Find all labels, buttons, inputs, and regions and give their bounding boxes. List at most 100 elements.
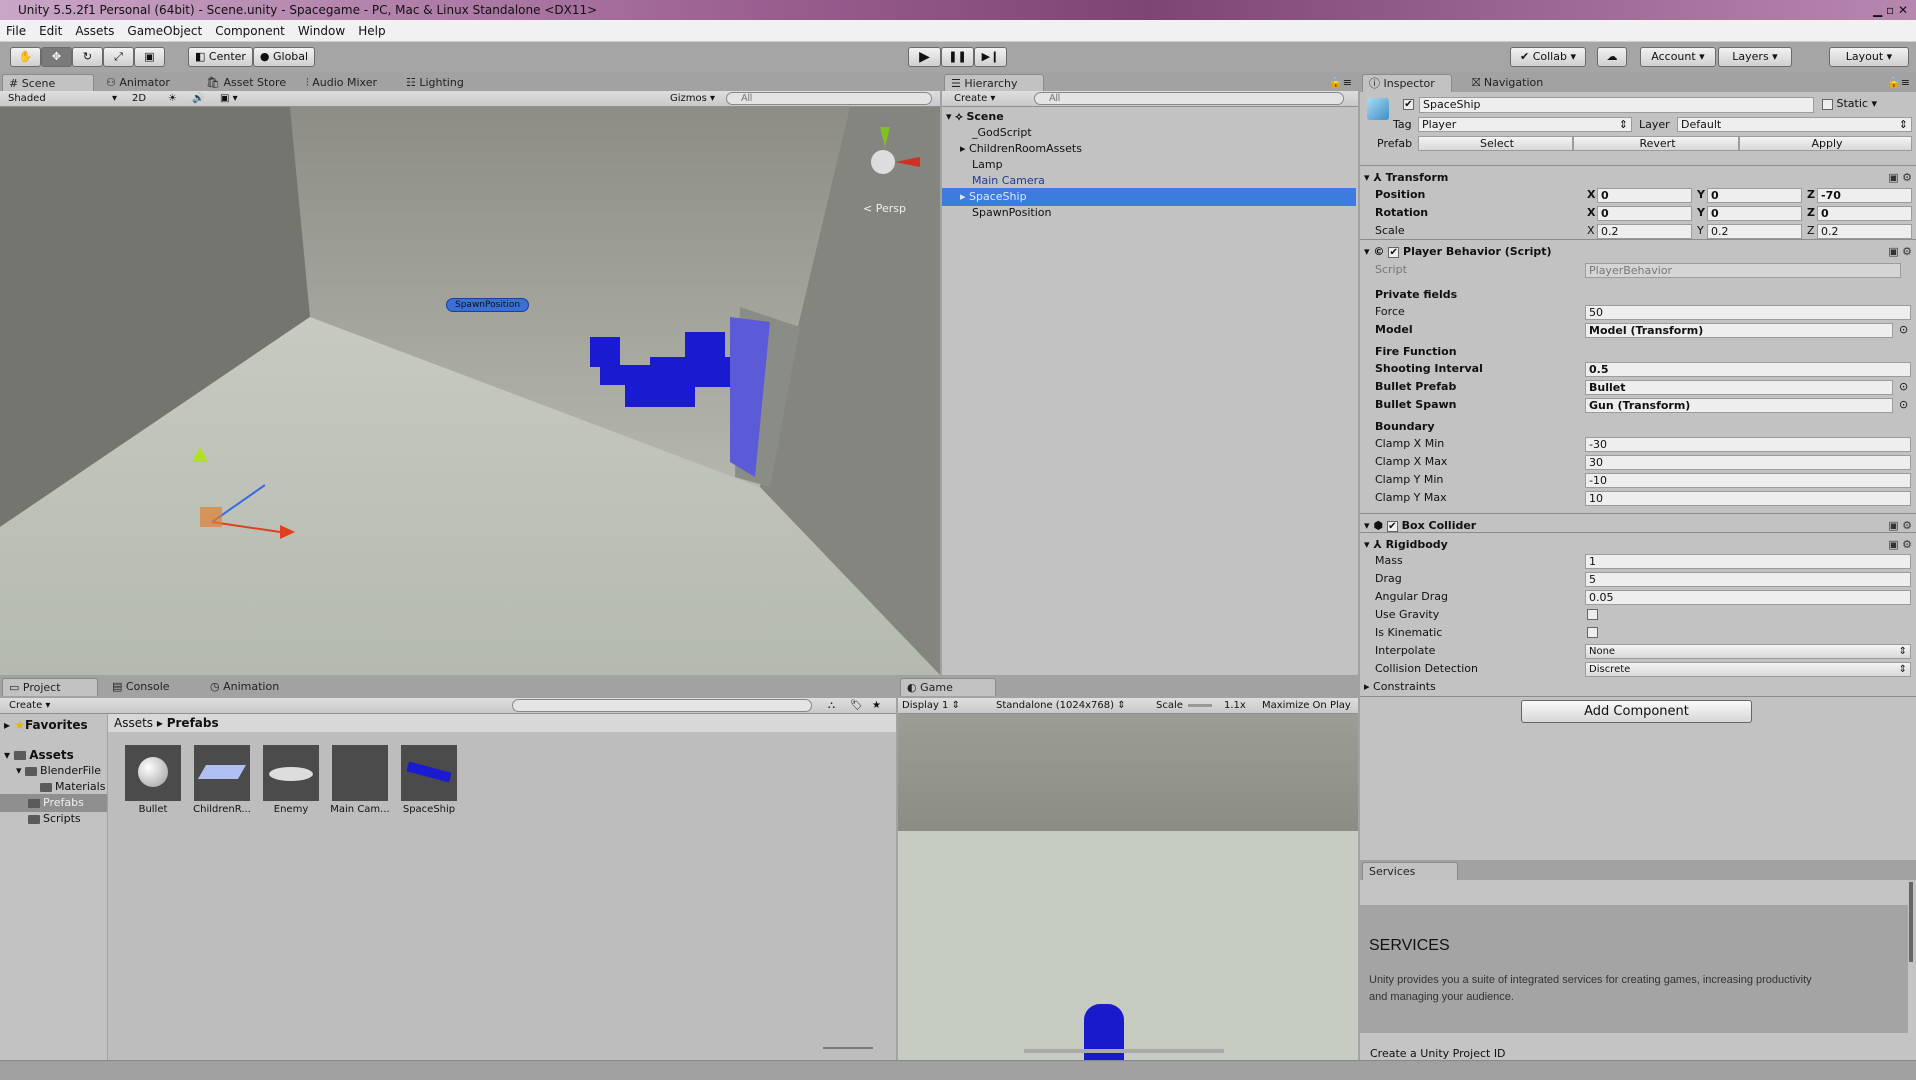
field-value[interactable]: Model (Transform) xyxy=(1585,323,1893,338)
audio-toggle-icon[interactable]: 🔊 xyxy=(192,91,204,107)
field-value[interactable]: 5 xyxy=(1585,572,1911,587)
game-view[interactable] xyxy=(898,714,1358,1060)
scene-search-input[interactable] xyxy=(726,92,932,105)
transform-header[interactable]: ▾ ⅄ Transform xyxy=(1364,169,1448,187)
tab-inspector[interactable]: ⓘ Inspector xyxy=(1362,74,1452,92)
scale-tool-icon[interactable]: ⤢ xyxy=(103,47,134,67)
field-value[interactable]: 50 xyxy=(1585,305,1911,320)
field-value[interactable]: -10 xyxy=(1585,473,1911,488)
menu-help[interactable]: Help xyxy=(358,24,385,38)
transform-x-field[interactable]: 0.2 xyxy=(1597,224,1692,239)
help-settings-icon[interactable]: ▣ ⚙ xyxy=(1888,519,1912,532)
shading-dropdown[interactable]: Shaded xyxy=(8,91,46,107)
tag-dropdown[interactable]: Player ⇕ xyxy=(1418,117,1632,132)
resolution-dropdown[interactable]: Standalone (1024x768) ⇕ xyxy=(996,698,1126,714)
project-search-input[interactable] xyxy=(512,699,812,712)
field-value[interactable]: 10 xyxy=(1585,491,1911,506)
tab-animator[interactable]: ⚇ Animator xyxy=(100,74,170,92)
component-enabled-checkbox[interactable]: ✔ xyxy=(1386,520,1398,532)
script-field[interactable]: PlayerBehavior xyxy=(1585,263,1901,278)
field-value[interactable]: 0.05 xyxy=(1585,590,1911,605)
window-controls[interactable]: ▁ ▫ ✕ xyxy=(1873,0,1908,20)
tree-item-scripts[interactable]: Scripts xyxy=(28,810,81,828)
transform-x-field[interactable]: 0 xyxy=(1597,206,1692,221)
favorites-item[interactable]: ▸ ★Favorites xyxy=(4,716,88,734)
display-dropdown[interactable]: Display 1 ⇕ xyxy=(902,698,960,714)
field-checkbox[interactable] xyxy=(1587,609,1598,620)
prefab-select-button[interactable]: Select xyxy=(1418,136,1573,151)
field-value[interactable]: 30 xyxy=(1585,455,1911,470)
lock-icon[interactable]: 🔒≡ xyxy=(1329,76,1352,89)
menu-edit[interactable]: Edit xyxy=(39,24,62,38)
rotate-tool-icon[interactable]: ↻ xyxy=(72,47,103,67)
2d-toggle[interactable]: 2D xyxy=(132,91,146,107)
asset-childrenroom[interactable] xyxy=(194,745,250,801)
cloud-icon[interactable]: ☁ xyxy=(1597,47,1627,67)
component-enabled-checkbox[interactable]: ✔ xyxy=(1388,246,1400,258)
transform-y-field[interactable]: 0.2 xyxy=(1707,224,1802,239)
object-picker-icon[interactable]: ⊙ xyxy=(1899,378,1908,396)
tab-audio-mixer[interactable]: ⫶ Audio Mixer xyxy=(300,74,377,92)
filter-type-icon[interactable]: ⛬ xyxy=(828,698,835,714)
hierarchy-search-input[interactable] xyxy=(1034,92,1344,105)
asset-spaceship[interactable] xyxy=(401,745,457,801)
space-global-button[interactable]: ● Global xyxy=(253,47,315,67)
spawn-position-label[interactable]: SpawnPosition xyxy=(446,298,530,312)
help-settings-icon[interactable]: ▣ ⚙ xyxy=(1888,538,1912,551)
transform-x-field[interactable]: 0 xyxy=(1597,188,1692,203)
asset-enemy[interactable] xyxy=(263,745,319,801)
tab-game[interactable]: ◐ Game xyxy=(900,678,996,696)
lighting-toggle-icon[interactable]: ☀ xyxy=(168,91,177,107)
services-scrollbar[interactable] xyxy=(1909,882,1913,962)
menu-gameobject[interactable]: GameObject xyxy=(127,24,202,38)
tab-lighting[interactable]: ☷ Lighting xyxy=(400,74,464,92)
tab-asset-store[interactable]: 🛍 Asset Store xyxy=(200,74,286,92)
transform-z-field[interactable]: 0 xyxy=(1817,206,1912,221)
tab-services[interactable]: Services xyxy=(1362,862,1458,880)
help-settings-icon[interactable]: ▣ ⚙ xyxy=(1888,245,1912,258)
tab-project[interactable]: ▭ Project xyxy=(2,678,98,696)
move-tool-icon[interactable]: ✥ xyxy=(41,47,72,67)
hand-tool-icon[interactable]: ✋ xyxy=(10,47,41,67)
transform-z-field[interactable]: 0.2 xyxy=(1817,224,1912,239)
play-button[interactable]: ▶ xyxy=(908,47,941,67)
transform-y-field[interactable]: 0 xyxy=(1707,188,1802,203)
prefab-revert-button[interactable]: Revert xyxy=(1573,136,1739,151)
gizmos-dropdown[interactable]: Gizmos ▾ xyxy=(670,91,715,107)
layer-dropdown[interactable]: Default ⇕ xyxy=(1677,117,1912,132)
field-checkbox[interactable] xyxy=(1587,627,1598,638)
prefab-apply-button[interactable]: Apply xyxy=(1739,136,1912,151)
pivot-center-button[interactable]: ◧ Center xyxy=(188,47,253,67)
object-picker-icon[interactable]: ⊙ xyxy=(1899,321,1908,339)
player-behavior-header[interactable]: ▾ © ✔ Player Behavior (Script) xyxy=(1364,243,1552,261)
favorite-star-icon[interactable]: ★ xyxy=(872,698,881,714)
project-create-button[interactable]: Create ▾ xyxy=(9,698,50,714)
layout-dropdown[interactable]: Layout ▾ xyxy=(1829,47,1909,67)
field-value[interactable]: Gun (Transform) xyxy=(1585,398,1893,413)
hierarchy-item[interactable]: SpawnPosition xyxy=(972,204,1052,222)
lock-icon[interactable]: 🔒≡ xyxy=(1887,76,1910,89)
filter-label-icon[interactable]: 🏷 xyxy=(850,698,863,714)
help-settings-icon[interactable]: ▣ ⚙ xyxy=(1888,171,1912,184)
scene-view[interactable]: SpawnPosition < Persp xyxy=(0,107,940,675)
active-checkbox[interactable]: ✔ xyxy=(1403,99,1414,110)
static-toggle[interactable]: Static ▾ xyxy=(1822,97,1877,110)
menu-file[interactable]: File xyxy=(6,24,26,38)
create-project-id-link[interactable]: Create a Unity Project ID xyxy=(1370,1047,1506,1060)
account-button[interactable]: Account ▾ xyxy=(1640,47,1716,67)
object-picker-icon[interactable]: ⊙ xyxy=(1899,396,1908,414)
field-value[interactable]: 1 xyxy=(1585,554,1911,569)
asset-main-camera[interactable] xyxy=(332,745,388,801)
breadcrumb-prefabs[interactable]: Prefabs xyxy=(167,716,219,730)
tab-navigation[interactable]: ⛝ Navigation xyxy=(1466,74,1543,92)
layers-dropdown[interactable]: Layers ▾ xyxy=(1718,47,1792,67)
field-value[interactable]: 0.5 xyxy=(1585,362,1911,377)
icon-size-slider[interactable] xyxy=(823,1047,873,1049)
tab-animation[interactable]: ◷ Animation xyxy=(204,678,279,696)
step-button[interactable]: ▶❙ xyxy=(974,47,1007,67)
tab-scene[interactable]: # Scene xyxy=(2,74,94,92)
gameobject-name-field[interactable]: SpaceShip xyxy=(1419,97,1814,113)
field-value[interactable]: Bullet xyxy=(1585,380,1893,395)
persp-label[interactable]: < Persp xyxy=(863,202,906,215)
transform-y-field[interactable]: 0 xyxy=(1707,206,1802,221)
